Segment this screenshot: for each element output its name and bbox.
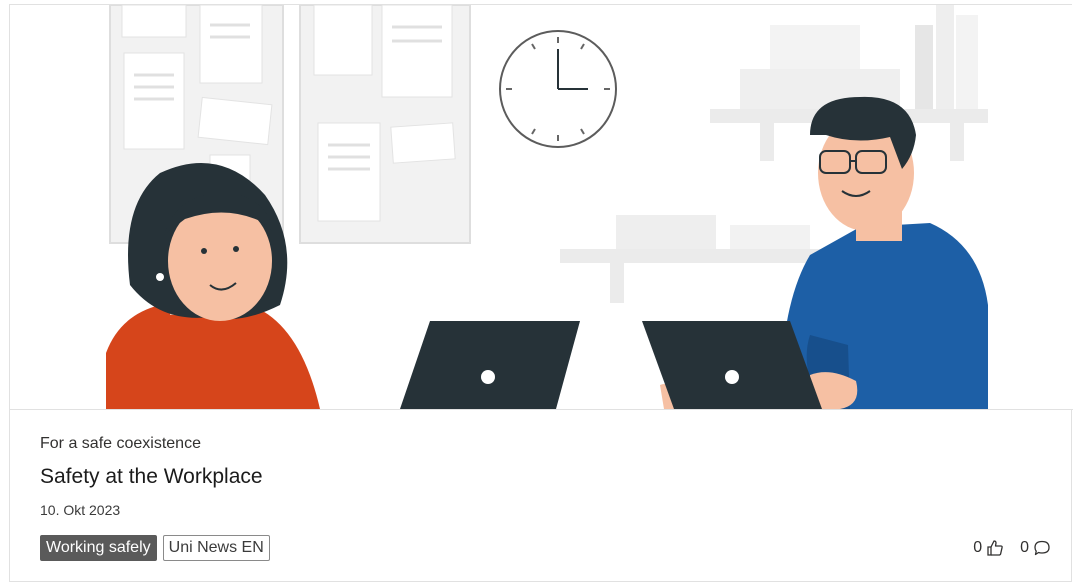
like-button[interactable]: 0 — [973, 539, 1004, 557]
card-subtitle: For a safe coexistence — [40, 435, 201, 452]
laptop-left-icon — [400, 321, 580, 409]
office-illustration — [106, 5, 988, 409]
publish-date: 10. Okt 2023 — [40, 502, 121, 518]
bulletin-board-right — [299, 5, 471, 244]
clock-icon — [499, 30, 617, 148]
comment-icon — [1034, 540, 1050, 556]
card-title[interactable]: Safety at the Workplace — [40, 465, 263, 489]
news-card[interactable]: For a safe coexistence Safety at the Wor… — [9, 4, 1073, 582]
hero-illustration[interactable] — [10, 5, 1073, 410]
tag-working-safely[interactable]: Working safely — [40, 535, 157, 561]
comment-button[interactable]: 0 — [1020, 539, 1051, 557]
tag-list: Working safely Uni News EN — [40, 535, 270, 561]
tag-uni-news-en[interactable]: Uni News EN — [162, 535, 270, 561]
comment-count: 0 — [1020, 539, 1029, 556]
like-count: 0 — [973, 539, 983, 556]
engagement-stats: 0 0 — [973, 539, 1051, 557]
thumbs-up-icon — [987, 540, 1003, 556]
